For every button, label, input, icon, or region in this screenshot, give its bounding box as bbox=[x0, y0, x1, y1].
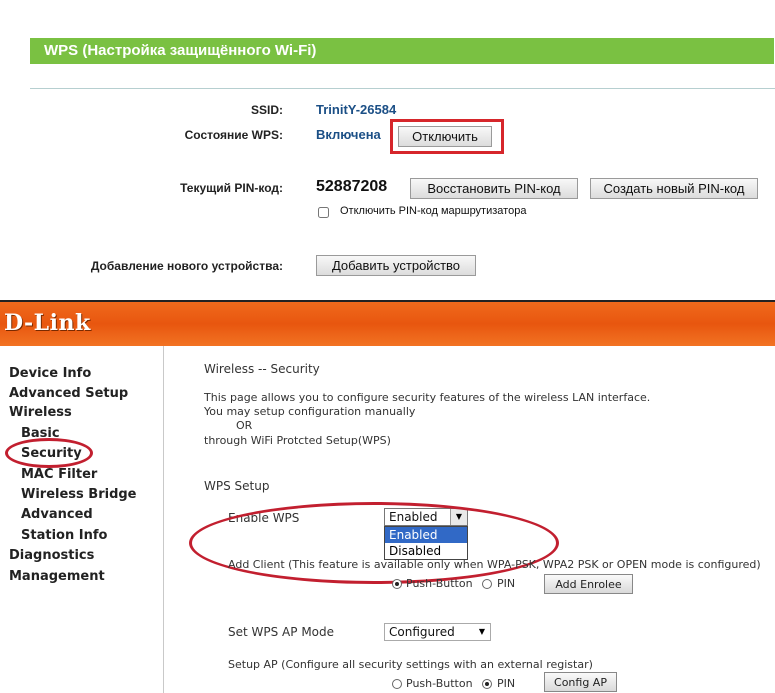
push-button-label-1: Push-Button bbox=[406, 577, 473, 590]
description-line-3: through WiFi Protcted Setup(WPS) bbox=[204, 434, 391, 447]
security-highlight-circle bbox=[5, 438, 93, 468]
sidebar-nav: Device Info Advanced Setup Wireless Basi… bbox=[0, 346, 164, 693]
dlink-logo: D-Link bbox=[4, 310, 91, 336]
wps-state-value: Включена bbox=[316, 127, 381, 142]
pin-radio-1[interactable] bbox=[482, 579, 492, 589]
disable-router-pin-label: Отключить PIN-код маршрутизатора bbox=[340, 205, 527, 217]
pin-radio-2[interactable] bbox=[482, 679, 492, 689]
description-or: OR bbox=[236, 419, 253, 432]
title-underline bbox=[30, 88, 775, 89]
dlink-wireless-security-panel: D-Link Device Info Advanced Setup Wirele… bbox=[0, 300, 775, 693]
highlight-rectangle bbox=[390, 119, 504, 154]
current-pin-label: Текущий PIN-код: bbox=[180, 181, 283, 195]
ssid-value: TrinitY-26584 bbox=[316, 102, 397, 117]
config-ap-button[interactable]: Config AP bbox=[544, 672, 617, 692]
wps-setup-heading: WPS Setup bbox=[204, 479, 270, 493]
push-button-label-2: Push-Button bbox=[406, 677, 473, 690]
nav-advanced-setup[interactable]: Advanced Setup bbox=[9, 386, 128, 401]
wps-state-label: Состояние WPS: bbox=[184, 128, 283, 142]
wps-ap-mode-selected-value: Configured bbox=[389, 625, 455, 639]
nav-management[interactable]: Management bbox=[9, 569, 105, 584]
nav-advanced[interactable]: Advanced bbox=[21, 507, 93, 522]
nav-station-info[interactable]: Station Info bbox=[21, 528, 107, 543]
nav-mac-filter[interactable]: MAC Filter bbox=[21, 467, 97, 482]
current-pin-value: 52887208 bbox=[316, 178, 388, 195]
wps-title-bar: WPS (Настройка защищённого Wi-Fi) bbox=[30, 38, 774, 64]
wps-ap-mode-select[interactable]: Configured ▼ bbox=[384, 623, 491, 641]
wps-ap-mode-label: Set WPS AP Mode bbox=[228, 625, 335, 639]
nav-diagnostics[interactable]: Diagnostics bbox=[9, 548, 94, 563]
nav-wireless-bridge[interactable]: Wireless Bridge bbox=[21, 487, 137, 502]
add-enrolee-button[interactable]: Add Enrolee bbox=[544, 574, 633, 594]
page-title: Wireless -- Security bbox=[204, 362, 320, 376]
tplink-wps-panel: WPS (Настройка защищённого Wi-Fi) SSID: … bbox=[0, 0, 775, 300]
dropdown-arrow-icon: ▼ bbox=[474, 624, 490, 640]
main-content: Wireless -- Security This page allows yo… bbox=[164, 346, 775, 693]
nav-device-info[interactable]: Device Info bbox=[9, 366, 91, 381]
add-device-button[interactable]: Добавить устройство bbox=[316, 255, 476, 276]
pin-label-2: PIN bbox=[497, 677, 516, 690]
ssid-label: SSID: bbox=[250, 103, 283, 117]
push-button-radio-1[interactable] bbox=[392, 579, 402, 589]
add-client-text: Add Client (This feature is available on… bbox=[228, 558, 761, 571]
add-device-label: Добавление нового устройства: bbox=[90, 259, 283, 273]
push-button-radio-2[interactable] bbox=[392, 679, 402, 689]
description-line-2: You may setup configuration manually bbox=[204, 405, 416, 418]
generate-new-pin-button[interactable]: Создать новый PIN-код bbox=[590, 178, 758, 199]
nav-wireless[interactable]: Wireless bbox=[9, 405, 72, 420]
pin-label-1: PIN bbox=[497, 577, 516, 590]
setup-ap-text: Setup AP (Configure all security setting… bbox=[228, 658, 593, 671]
wps-highlight-ellipse bbox=[189, 502, 559, 584]
disable-router-pin-checkbox[interactable] bbox=[318, 207, 329, 218]
restore-pin-button[interactable]: Восстановить PIN-код bbox=[410, 178, 578, 199]
description-line-1: This page allows you to configure securi… bbox=[204, 391, 651, 404]
dlink-header-bar: D-Link bbox=[0, 300, 775, 346]
